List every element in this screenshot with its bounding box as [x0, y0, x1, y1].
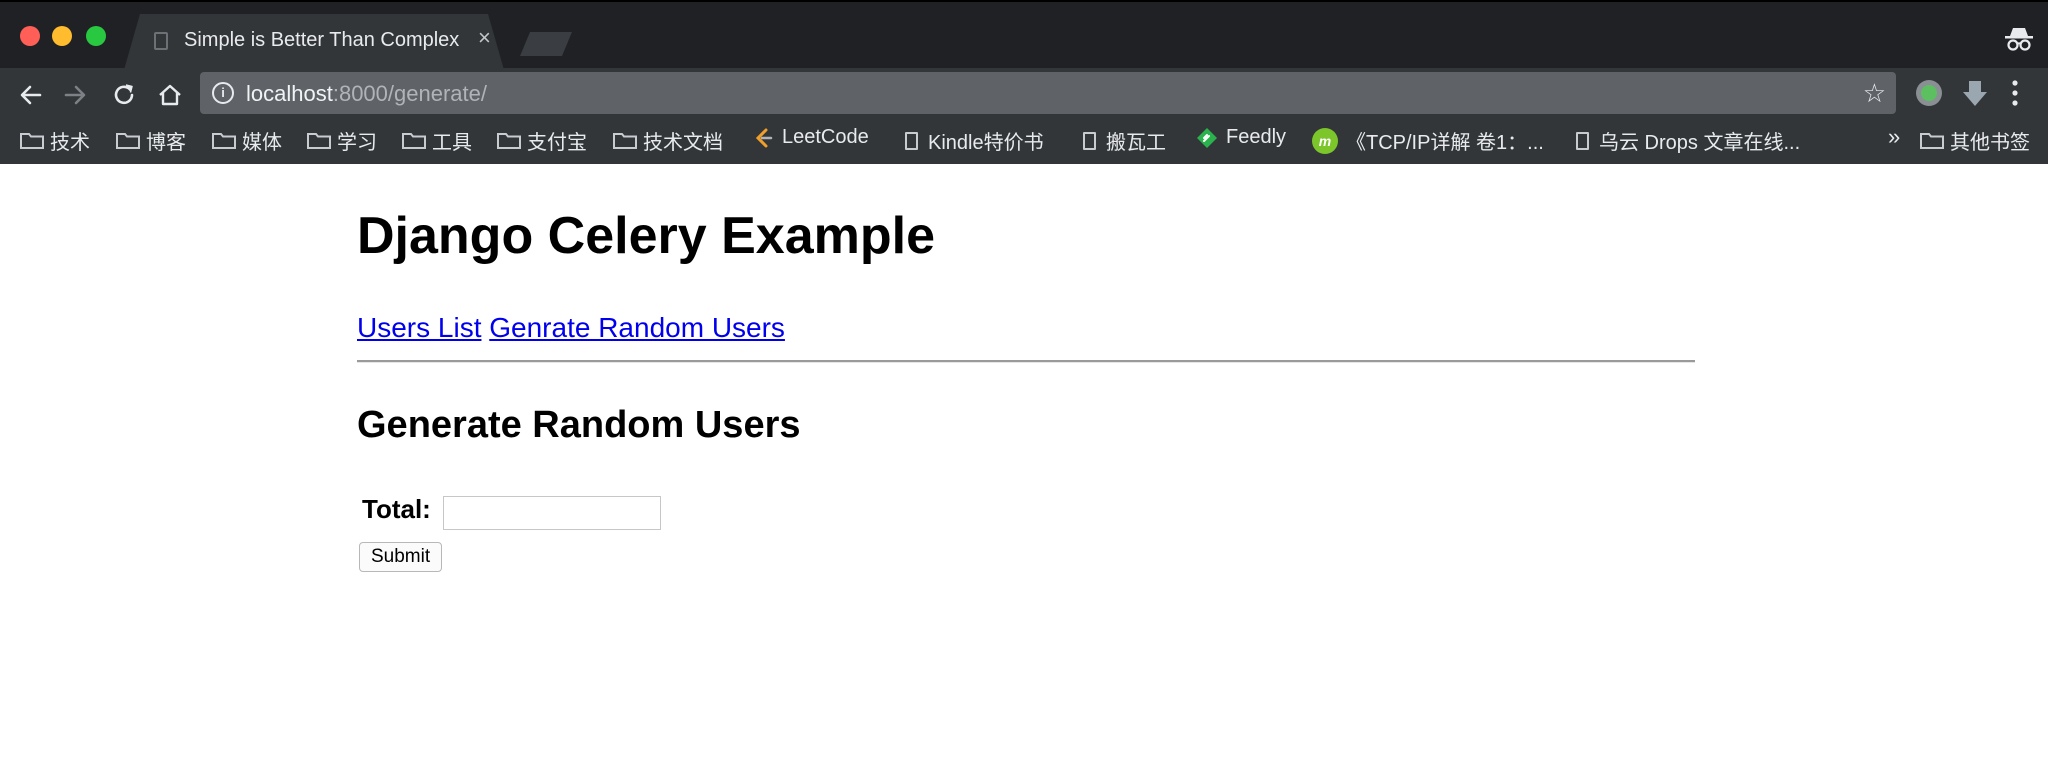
feedly-icon [1197, 127, 1217, 148]
bookmark-folder[interactable]: 学习 [307, 126, 377, 155]
bookmark-label: 媒体 [242, 132, 282, 154]
bookmark-label: 技术文档 [643, 132, 723, 154]
total-input[interactable] [443, 496, 661, 530]
folder-icon [307, 133, 331, 149]
maximize-window-button[interactable] [86, 26, 106, 46]
active-tab[interactable]: Simple is Better Than Complex × [124, 14, 504, 70]
arrow-right-icon [64, 85, 86, 105]
bookmark-link[interactable]: 乌云 Drops 文章在线... [1576, 126, 1800, 155]
folder-icon [613, 133, 637, 149]
bookmark-label: 搬瓦工 [1106, 132, 1166, 154]
url-text[interactable]: localhost:8000/generate/ [246, 81, 487, 107]
url-path: :8000/generate/ [332, 81, 487, 106]
minimize-window-button[interactable] [52, 26, 72, 46]
reload-button[interactable] [107, 78, 141, 112]
tab-title: Simple is Better Than Complex [184, 29, 460, 51]
bookmark-folder[interactable]: 技术 [20, 126, 90, 155]
generate-users-link[interactable]: Genrate Random Users [489, 312, 785, 343]
other-bookmarks-folder[interactable]: 其他书签 [1920, 126, 2030, 155]
new-tab-button[interactable] [520, 32, 572, 56]
browser-chrome: Simple is Better Than Complex × i localh… [0, 0, 2048, 164]
bookmarks-overflow-icon[interactable]: » [1888, 124, 1900, 150]
close-window-button[interactable] [20, 26, 40, 46]
bookmark-folder[interactable]: 媒体 [212, 126, 282, 155]
home-button[interactable] [153, 78, 187, 112]
bookmarks-bar: 技术 博客 媒体 学习 工具 支付宝 技术文档 LeetCode Kindle特… [0, 124, 2048, 160]
home-icon [159, 84, 181, 106]
page-title: Django Celery Example [357, 207, 935, 265]
incognito-icon [2005, 28, 2033, 51]
folder-icon [497, 133, 521, 149]
toolbar: i localhost:8000/generate/ ☆ [0, 68, 2048, 120]
bookmark-label: 工具 [432, 132, 472, 154]
bookmark-link[interactable]: Feedly [1196, 126, 1286, 149]
bookmark-link[interactable]: Kindle特价书 [905, 126, 1044, 155]
folder-icon [20, 133, 44, 149]
tab-close-icon[interactable]: × [478, 27, 491, 49]
reload-icon [114, 84, 134, 105]
bookmark-label: 博客 [146, 132, 186, 154]
m-icon: m [1312, 127, 1338, 154]
bookmark-folder[interactable]: 技术文档 [613, 126, 723, 155]
users-list-link[interactable]: Users List [357, 312, 481, 343]
bookmark-folder[interactable]: 博客 [116, 126, 186, 155]
bookmark-folder[interactable]: 支付宝 [497, 126, 587, 155]
leetcode-icon [755, 128, 773, 147]
divider [357, 360, 1695, 363]
bookmark-label: Feedly [1226, 126, 1287, 148]
bookmark-label: Kindle特价书 [928, 132, 1044, 154]
download-extension-icon[interactable] [1960, 78, 1990, 108]
extension-icon[interactable] [1916, 80, 1942, 106]
page-icon [1576, 131, 1589, 150]
forward-button[interactable] [58, 78, 92, 112]
folder-icon [116, 133, 140, 149]
info-icon[interactable]: i [212, 82, 234, 104]
bookmark-star-icon[interactable]: ☆ [1863, 78, 1886, 109]
menu-kebab-icon[interactable] [2010, 76, 2020, 110]
page-icon [905, 131, 918, 150]
bookmark-label: 其他书签 [1950, 132, 2030, 154]
total-label: Total: [362, 494, 431, 524]
bookmark-link[interactable]: LeetCode [752, 126, 869, 149]
folder-icon [402, 133, 426, 149]
bookmark-label: LeetCode [782, 126, 869, 148]
url-host: localhost [246, 81, 333, 106]
nav-links: Users List Genrate Random Users [357, 312, 785, 344]
bookmark-label: 学习 [337, 132, 377, 154]
submit-button[interactable]: Submit [359, 542, 443, 572]
address-bar[interactable]: i localhost:8000/generate/ ☆ [200, 72, 1896, 114]
page-icon [1083, 131, 1096, 150]
bookmark-link[interactable]: 搬瓦工 [1083, 126, 1166, 155]
folder-icon [212, 133, 236, 149]
bookmark-link[interactable]: m 《TCP/IP详解 卷1：... [1312, 126, 1544, 155]
bookmark-label: 《TCP/IP详解 卷1：... [1346, 132, 1544, 154]
page-icon [154, 32, 168, 50]
bookmark-label: 乌云 Drops 文章在线... [1599, 132, 1801, 154]
back-button[interactable] [14, 78, 48, 112]
bookmark-label: 技术 [50, 132, 90, 154]
folder-icon [1920, 133, 1944, 149]
bookmark-folder[interactable]: 工具 [402, 126, 472, 155]
bookmark-label: 支付宝 [527, 132, 587, 154]
tab-strip: Simple is Better Than Complex × [0, 0, 2048, 68]
section-heading: Generate Random Users [357, 404, 801, 446]
arrow-left-icon [20, 85, 42, 105]
